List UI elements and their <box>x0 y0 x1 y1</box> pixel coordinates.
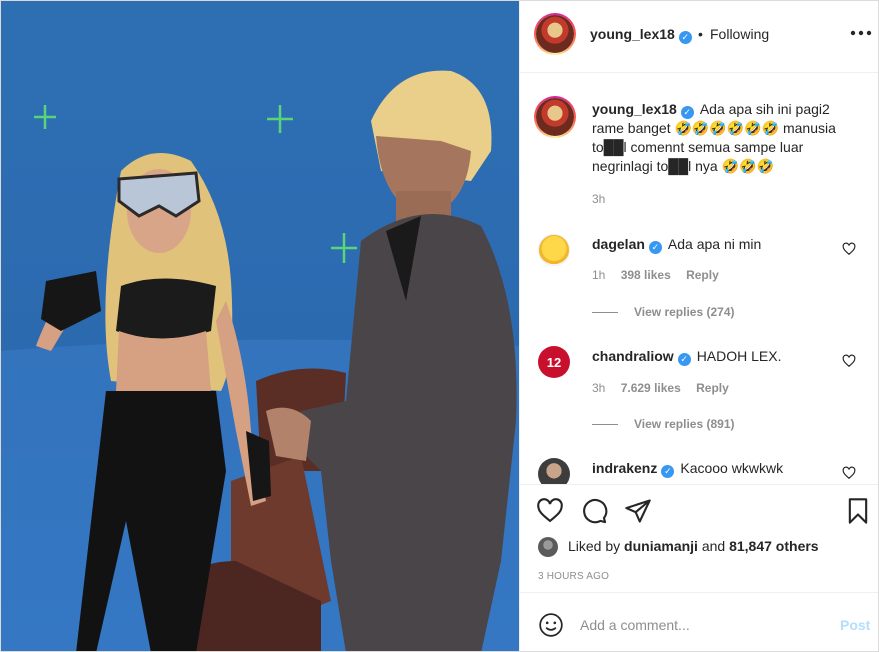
save-bookmark-icon[interactable] <box>844 497 872 525</box>
verified-badge-icon: ✓ <box>680 106 694 119</box>
caption-author-avatar[interactable] <box>534 96 576 138</box>
share-paper-plane-icon[interactable] <box>624 497 652 525</box>
caption-time[interactable]: 3h <box>592 192 605 206</box>
liker-avatar[interactable] <box>538 537 558 557</box>
post-details-panel: young_lex18 ✓ • Following young_lex18 ✓ Ada… <box>519 1 878 651</box>
comment-meta: 1h 398 likes Reply <box>592 268 719 282</box>
post-comment-button[interactable]: Post <box>840 617 870 633</box>
comments-list[interactable]: young_lex18 ✓ Ada apa sih ini pagi2 rame b… <box>520 74 878 484</box>
likes-connector: and <box>701 538 726 554</box>
comment-username[interactable]: chandraliow <box>592 348 674 364</box>
verified-badge-icon: ✓ <box>678 31 692 44</box>
comment-text: HADOH LEX. <box>696 348 782 364</box>
following-button[interactable]: Following <box>710 26 769 42</box>
photo-illustration <box>1 70 519 651</box>
view-replies-label[interactable]: View replies (274) <box>634 305 735 319</box>
comment-time[interactable]: 1h <box>592 268 605 282</box>
reply-button[interactable]: Reply <box>696 381 729 395</box>
post-actions: Liked by duniamanji and 81,847 others 3 … <box>520 484 878 592</box>
verified-badge-icon: ✓ <box>648 241 662 254</box>
comment-input[interactable] <box>580 615 820 635</box>
verified-badge-icon: ✓ <box>677 353 691 366</box>
view-replies-button[interactable]: View replies (891) <box>592 417 735 431</box>
post-header: young_lex18 ✓ • Following <box>520 1 878 73</box>
view-replies-label[interactable]: View replies (891) <box>634 417 735 431</box>
like-heart-icon[interactable] <box>536 497 564 525</box>
likes-others-link[interactable]: 81,847 others <box>729 538 819 554</box>
header-separator: • <box>698 26 703 42</box>
comment-username[interactable]: indrakenz <box>592 460 657 476</box>
comment-likes[interactable]: 7.629 likes <box>621 381 681 395</box>
caption-username[interactable]: young_lex18 <box>592 101 677 117</box>
emoji-smiley-icon[interactable] <box>538 612 564 638</box>
comment-body: dagelan ✓ Ada apa ni min <box>592 235 761 254</box>
liker-username[interactable]: duniamanji <box>624 538 698 554</box>
comment-like-heart-icon[interactable] <box>842 242 856 256</box>
comment-like-heart-icon[interactable] <box>842 354 856 368</box>
likes-prefix: Liked by <box>568 538 621 554</box>
comment-bubble-icon[interactable] <box>580 497 608 525</box>
add-comment-bar: Post <box>520 592 878 651</box>
post-dialog: young_lex18 ✓ • Following young_lex18 ✓ Ada… <box>0 0 879 652</box>
reply-button[interactable]: Reply <box>686 268 719 282</box>
comment-body: chandraliow ✓ HADOH LEX. <box>592 347 782 366</box>
more-options-icon[interactable] <box>850 23 872 43</box>
comment-meta: 3h 7.629 likes Reply <box>592 381 729 395</box>
comment-username[interactable]: dagelan <box>592 236 645 252</box>
comment-text: Ada apa ni min <box>667 236 762 252</box>
post-timestamp[interactable]: 3 HOURS AGO <box>538 571 609 582</box>
post-photo[interactable] <box>1 1 519 651</box>
svg-text:12: 12 <box>547 355 561 370</box>
commenter-avatar[interactable] <box>538 234 570 266</box>
post-caption: young_lex18 ✓ Ada apa sih ini pagi2 rame b… <box>592 100 864 176</box>
commenter-avatar[interactable]: 12 <box>538 346 570 378</box>
view-replies-button[interactable]: View replies (274) <box>592 305 735 319</box>
commenter-avatar[interactable] <box>538 458 570 484</box>
comment-text: Kacooo wkwkwk <box>680 460 784 476</box>
author-avatar[interactable] <box>534 13 576 55</box>
replies-divider <box>592 312 618 314</box>
author-username[interactable]: young_lex18 <box>590 26 675 42</box>
author-username-link[interactable]: young_lex18 ✓ <box>590 26 692 44</box>
replies-divider <box>592 424 618 426</box>
comment-time[interactable]: 3h <box>592 381 605 395</box>
comment-body: indrakenz ✓ Kacooo wkwkwk <box>592 459 783 478</box>
verified-badge-icon: ✓ <box>661 465 675 478</box>
comment-likes[interactable]: 398 likes <box>621 268 671 282</box>
comment-like-heart-icon[interactable] <box>842 466 856 480</box>
